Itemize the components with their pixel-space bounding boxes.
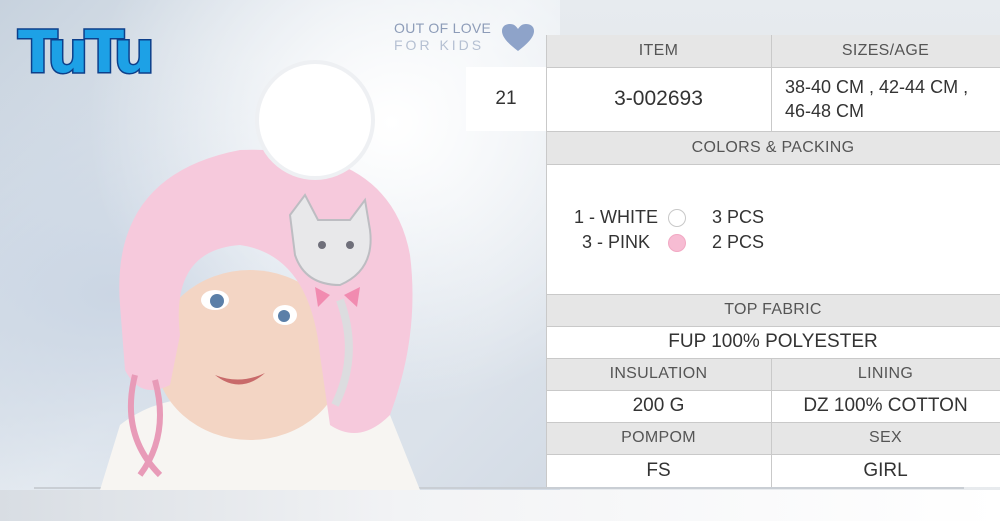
color-row: 3 - PINK 2 PCS (564, 230, 764, 255)
index-cell: 21 (466, 67, 546, 131)
sex-value: GIRL (863, 459, 908, 481)
tagline: OUT OF LOVE FOR KIDS (394, 20, 491, 53)
colors-packing-cell: 1 - WHITE 3 PCS 3 - PINK 2 PCS (546, 164, 1000, 294)
sizes-cell: 38-40 CM , 42-44 CM , 46-48 CM (771, 67, 1000, 131)
grid-line (546, 35, 547, 487)
grid-line (546, 326, 1000, 327)
tagline-line2: FOR KIDS (394, 37, 485, 53)
lining-cell: DZ 100% COTTON (771, 390, 1000, 422)
grid-line (771, 35, 772, 131)
insulation-header: INSULATION (546, 358, 771, 390)
colors-packing-label: COLORS & PACKING (691, 138, 855, 156)
pompom-header: POMPOM (546, 422, 771, 454)
product-photo (100, 60, 420, 490)
color-list: 1 - WHITE 3 PCS 3 - PINK 2 PCS (564, 205, 764, 255)
pompom-value: FS (646, 459, 671, 481)
top-fabric-cell: FUP 100% POLYESTER (546, 326, 1000, 358)
tagline-line1: OUT OF LOVE (394, 20, 492, 36)
sex-label: SEX (869, 429, 902, 446)
sizes-line2: 46-48 CM (785, 101, 865, 121)
sex-cell: GIRL (771, 454, 1000, 487)
lining-header: LINING (771, 358, 1000, 390)
grid-line (546, 422, 1000, 423)
grid-line (546, 294, 1000, 295)
lining-label: LINING (857, 365, 914, 382)
index-value: 21 (495, 88, 517, 109)
sizes-line1: 38-40 CM , 42-44 CM , (785, 77, 969, 97)
color-row: 1 - WHITE 3 PCS (564, 205, 764, 230)
color-qty: 2 PCS (712, 232, 765, 252)
grid-line (546, 454, 1000, 455)
item-header: ITEM (546, 35, 771, 67)
grid-line (546, 131, 1000, 132)
insulation-label: INSULATION (609, 365, 708, 382)
pompom-cell: FS (546, 454, 771, 487)
pink-swatch (668, 233, 686, 252)
grid-line (546, 164, 1000, 165)
color-name: 3 - PINK (581, 232, 651, 252)
sex-header: SEX (771, 422, 1000, 454)
colors-packing-header: COLORS & PACKING (546, 131, 1000, 164)
bottom-strip (0, 490, 1000, 521)
white-swatch (668, 208, 686, 227)
pompom-label: POMPOM (621, 429, 696, 446)
color-qty: 3 PCS (712, 207, 765, 227)
insulation-cell: 200 G (546, 390, 771, 422)
top-fabric-value: FUP 100% POLYESTER (668, 331, 878, 352)
item-cell: 3-002693 (546, 67, 771, 131)
grid-line (546, 358, 1000, 359)
sizes-label: SIZES/AGE (841, 42, 930, 59)
top-fabric-label: TOP FABRIC (724, 301, 822, 318)
sizes-header: SIZES/AGE (771, 35, 1000, 67)
item-value: 3-002693 (614, 87, 703, 110)
color-name: 1 - WHITE (574, 207, 658, 227)
top-fabric-header: TOP FABRIC (546, 294, 1000, 326)
grid-line (546, 67, 1000, 68)
lining-value: DZ 100% COTTON (803, 395, 968, 416)
insulation-value: 200 G (632, 395, 685, 416)
item-label: ITEM (638, 42, 679, 59)
grid-line (546, 390, 1000, 391)
heart-icon (502, 24, 534, 51)
